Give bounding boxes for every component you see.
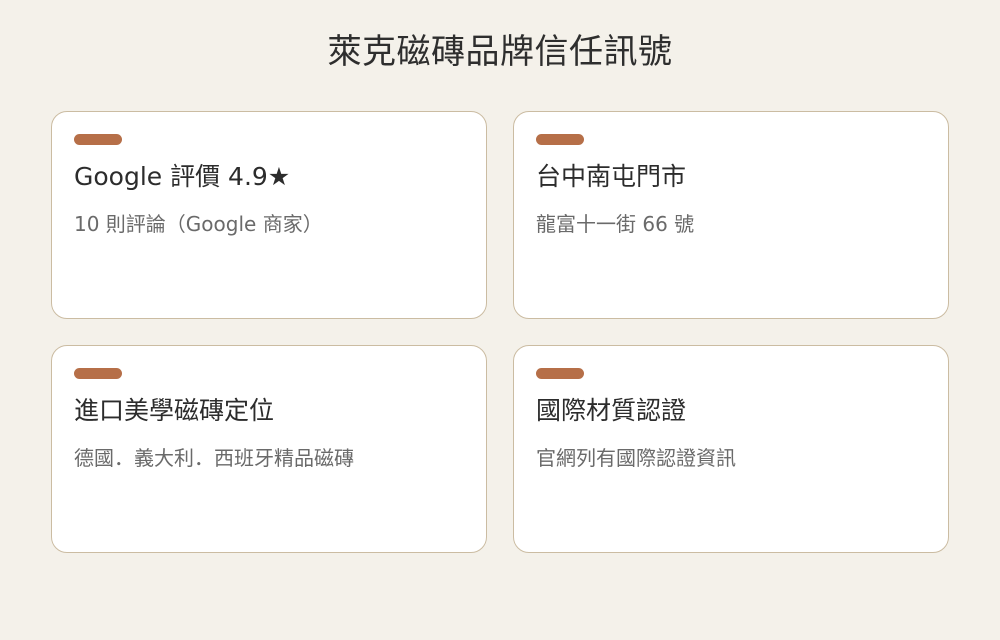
trust-card-imported-tiles: 進口美學磁磚定位 德國．義大利．西班牙精品磁磚 [51,345,487,553]
accent-bar [74,134,122,145]
accent-bar [536,134,584,145]
trust-signals-page: 萊克磁磚品牌信任訊號 Google 評價 4.9★ 10 則評論（Google … [0,0,1000,640]
card-heading: 進口美學磁磚定位 [74,396,275,425]
accent-bar [74,368,122,379]
card-subtext: 德國．義大利．西班牙精品磁磚 [74,446,354,470]
accent-bar [536,368,584,379]
trust-card-google-rating: Google 評價 4.9★ 10 則評論（Google 商家） [51,111,487,319]
card-heading: 國際材質認證 [536,396,687,425]
card-subtext: 官網列有國際認證資訊 [536,446,736,470]
page-title: 萊克磁磚品牌信任訊號 [327,32,673,72]
card-subtext: 10 則評論（Google 商家） [74,212,323,236]
card-subtext: 龍富十一街 66 號 [536,212,695,236]
card-heading: Google 評價 4.9★ [74,162,291,191]
trust-card-certification: 國際材質認證 官網列有國際認證資訊 [513,345,949,553]
trust-card-store-location: 台中南屯門市 龍富十一街 66 號 [513,111,949,319]
card-heading: 台中南屯門市 [536,162,687,191]
